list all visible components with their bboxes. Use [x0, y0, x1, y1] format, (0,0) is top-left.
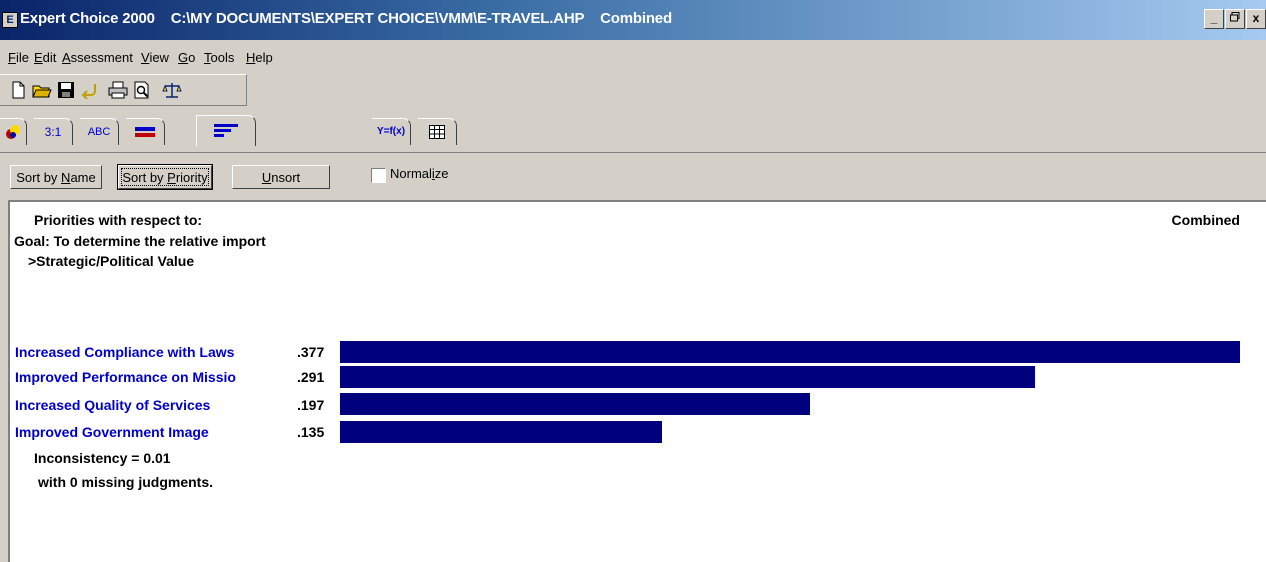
menu-go[interactable]: Go — [178, 50, 195, 65]
restore-icon — [1230, 12, 1240, 22]
bar-priorities-icon — [214, 124, 238, 137]
row-label[interactable]: Improved Government Image — [15, 424, 275, 440]
row-value: .197 — [297, 397, 325, 413]
print-icon[interactable] — [108, 81, 128, 99]
priorities-report: Priorities with respect to: Combined Goa… — [8, 200, 1266, 562]
row-label[interactable]: Increased Quality of Services — [15, 397, 275, 413]
graphical-tab[interactable] — [126, 118, 165, 145]
menu-edit[interactable]: Edit — [34, 50, 56, 65]
menu-assessment[interactable]: Assessment — [62, 50, 133, 65]
title-bar: E Expert Choice 2000 C:\MY DOCUMENTS\EXP… — [0, 0, 1266, 40]
toolbar — [0, 74, 247, 106]
sort-by-name-button[interactable]: Sort by Name — [10, 165, 102, 189]
row-value: .135 — [297, 424, 325, 440]
close-button[interactable]: x — [1246, 9, 1266, 29]
pairwise-numeric-tab[interactable]: 3:1 — [34, 118, 73, 145]
open-icon[interactable] — [32, 81, 52, 99]
unsort-button[interactable]: Unsort — [232, 165, 330, 189]
row-label[interactable]: Improved Performance on Missio — [15, 369, 275, 385]
data-grid-tab[interactable] — [418, 118, 457, 145]
model-tab[interactable] — [0, 118, 27, 145]
mode-label: Combined — [600, 10, 672, 27]
app-name: Expert Choice 2000 — [20, 10, 155, 27]
model-view-icon — [6, 125, 20, 139]
inconsistency-text: Inconsistency = 0.01 — [34, 450, 171, 466]
missing-judgments-text: with 0 missing judgments. — [38, 474, 214, 490]
minimize-button[interactable]: _ — [1204, 9, 1224, 29]
formula-tab[interactable]: Y=f(x) — [372, 118, 411, 145]
new-icon[interactable] — [8, 81, 28, 99]
row-label[interactable]: Increased Compliance with Laws — [15, 344, 275, 360]
sort-toolbar: Sort by Name Sort by Priority Unsort — [0, 152, 1266, 199]
maximize-button[interactable] — [1225, 9, 1245, 29]
priority-bar — [340, 366, 1035, 388]
window-title: Expert Choice 2000 C:\MY DOCUMENTS\EXPER… — [20, 10, 672, 27]
graphical-compare-icon — [135, 127, 155, 137]
normalize-checkbox[interactable] — [371, 168, 386, 183]
verbal-tab[interactable]: ABC — [80, 118, 119, 145]
report-heading: Priorities with respect to: — [34, 212, 203, 228]
goal-text: Goal: To determine the relative import — [14, 233, 266, 249]
combined-label: Combined — [1171, 212, 1240, 228]
priority-bar — [340, 421, 662, 443]
grid-icon — [429, 125, 445, 139]
node-path: >Strategic/Political Value — [28, 253, 195, 269]
menu-bar: File Edit Assessment View Go Tools Help — [0, 40, 1266, 72]
app-icon: E — [2, 12, 18, 28]
save-icon[interactable] — [56, 81, 76, 99]
menu-view[interactable]: View — [141, 50, 169, 65]
priority-bar — [340, 341, 1240, 363]
file-path: C:\MY DOCUMENTS\EXPERT CHOICE\VMM\E-TRAV… — [170, 10, 585, 27]
balance-scale-icon[interactable] — [162, 81, 182, 99]
row-value: .377 — [297, 344, 325, 360]
menu-help[interactable]: Help — [246, 50, 273, 65]
view-tab-strip: 3:1 ABC Y=f(x) — [0, 112, 1266, 146]
priorities-tab[interactable] — [196, 115, 256, 146]
sort-by-priority-button[interactable]: Sort by Priority — [118, 165, 212, 189]
undo-icon[interactable] — [80, 81, 100, 100]
menu-tools[interactable]: Tools — [204, 50, 234, 65]
print-preview-icon[interactable] — [132, 81, 152, 99]
row-value: .291 — [297, 369, 325, 385]
priority-bar — [340, 393, 810, 415]
menu-file[interactable]: File — [8, 50, 29, 65]
normalize-label[interactable]: Normalize — [390, 166, 449, 181]
